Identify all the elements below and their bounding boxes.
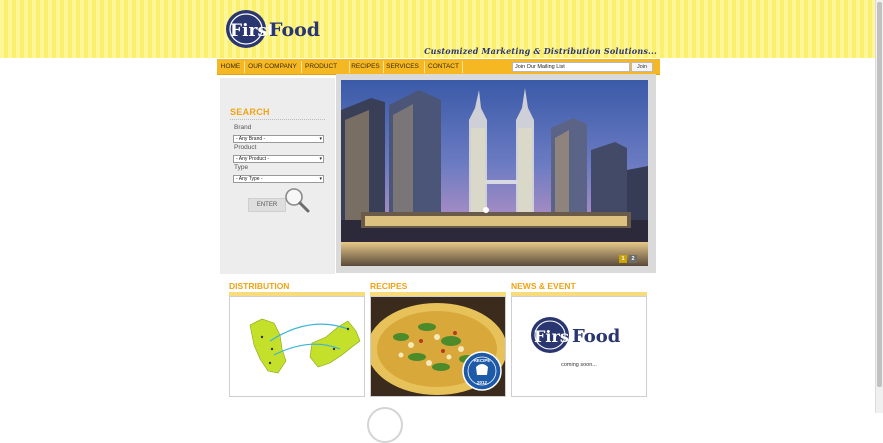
nav-divider bbox=[383, 61, 384, 73]
nav-services[interactable]: SERVICES bbox=[385, 59, 420, 75]
chevron-down-icon: ▾ bbox=[319, 176, 322, 182]
recipe-badge-year-text: 2012 bbox=[477, 380, 488, 385]
nav-product[interactable]: PRODUCT ▽ bbox=[303, 59, 339, 86]
nav-divider bbox=[462, 61, 463, 73]
type-select-value: - Any Type - bbox=[236, 176, 263, 182]
news-logo-image: First Food bbox=[531, 317, 621, 353]
nav-recipes[interactable]: RECIPES bbox=[350, 59, 381, 75]
hero-slider-image[interactable] bbox=[341, 80, 648, 266]
nav-divider bbox=[424, 61, 425, 73]
search-title: SEARCH bbox=[230, 107, 270, 117]
page-scrollbar[interactable] bbox=[875, 0, 883, 413]
nav-divider bbox=[301, 61, 302, 73]
recipes-card[interactable]: RECIPE 2012 bbox=[370, 296, 506, 397]
distribution-title: DISTRIBUTION bbox=[229, 281, 290, 291]
nav-our-company[interactable]: OUR COMPANY bbox=[246, 59, 299, 75]
join-button[interactable]: Join bbox=[631, 62, 653, 72]
bottom-badge-partial bbox=[367, 407, 403, 443]
page-container: First Food Customized Marketing & Distri… bbox=[217, 0, 660, 443]
magnifier-icon[interactable] bbox=[283, 186, 311, 214]
nav-home[interactable]: HOME bbox=[219, 59, 242, 75]
news-title: NEWS & EVENT bbox=[511, 281, 576, 291]
recipes-title: RECIPES bbox=[370, 281, 408, 291]
chevron-down-icon: ▾ bbox=[319, 156, 322, 162]
nav-divider bbox=[244, 61, 245, 73]
news-logo-first-text: First bbox=[534, 327, 577, 346]
brand-label: Brand bbox=[234, 124, 252, 131]
news-logo-food-text: Food bbox=[572, 326, 621, 347]
slider-page-2[interactable]: 2 bbox=[629, 255, 637, 263]
enter-button[interactable]: ENTER bbox=[248, 198, 286, 212]
nav-contact[interactable]: CONTACT bbox=[426, 59, 461, 75]
product-select-value: - Any Product - bbox=[236, 156, 270, 162]
nav-product-label: PRODUCT bbox=[304, 63, 338, 70]
type-select[interactable]: - Any Type - ▾ bbox=[233, 175, 324, 183]
main-nav: HOME OUR COMPANY PRODUCT ▽ RECIPES SERVI… bbox=[217, 59, 660, 86]
chevron-down-icon: ▾ bbox=[319, 136, 322, 142]
logo-food-text: Food bbox=[269, 19, 320, 41]
firstfood-logo[interactable]: First Food bbox=[225, 8, 325, 50]
tagline: Customized Marketing & Distribution Solu… bbox=[424, 46, 657, 56]
distribution-card[interactable] bbox=[229, 296, 365, 397]
scroll-thumb[interactable] bbox=[877, 2, 882, 387]
recipe-badge-icon: RECIPE 2012 bbox=[462, 351, 502, 391]
slider-page-1[interactable]: 1 bbox=[619, 255, 627, 263]
news-coming-soon: coming soon... bbox=[561, 362, 597, 368]
search-divider bbox=[230, 119, 325, 120]
news-card[interactable]: First Food coming soon... bbox=[511, 296, 647, 397]
brand-select-value: - Any Brand - bbox=[236, 136, 266, 142]
type-label: Type bbox=[234, 164, 249, 171]
mailing-list-input[interactable]: Join Our Mailing List bbox=[512, 62, 630, 72]
brand-select[interactable]: - Any Brand - ▾ bbox=[233, 135, 324, 143]
distribution-map-image bbox=[249, 318, 361, 374]
recipe-badge-top-text: RECIPE bbox=[474, 358, 491, 363]
product-label: Product bbox=[234, 144, 257, 151]
product-select[interactable]: - Any Product - ▾ bbox=[233, 155, 324, 163]
